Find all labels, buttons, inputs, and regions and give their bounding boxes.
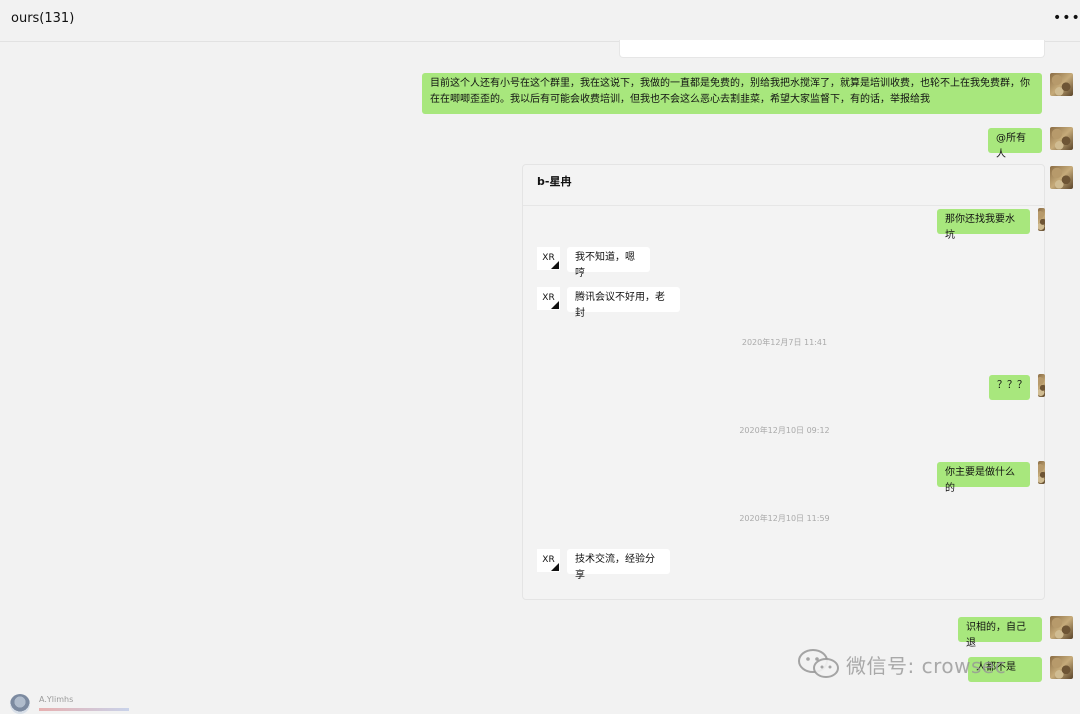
chat-title: ours(131) [11, 11, 75, 26]
message-bubble: 你主要是做什么的 [937, 462, 1030, 494]
message-text: 你主要是做什么的 [945, 467, 1015, 494]
message-bubble[interactable]: 识相的，自己退 [958, 617, 1042, 649]
message-text: 目前这个人还有小号在这个群里，我在这说下，我做的一直都是免费的，别给我把水搅浑了… [430, 78, 1030, 105]
watermark-text: 微信号: crowsec [846, 653, 1007, 678]
xr-avatar: XR [537, 549, 560, 572]
avatar [1038, 461, 1045, 484]
message-text: 我不知道，嗯哼 [575, 252, 635, 279]
avatar[interactable] [1050, 73, 1073, 96]
message-bubble: 腾讯会议不好用，老封 [567, 287, 680, 319]
timestamp: 2020年12月10日 09:12 [739, 426, 830, 435]
watermark: 微信号: crowsec [796, 648, 1006, 680]
chat-header: ours(131) ••• [0, 0, 1080, 42]
message-bubble[interactable]: @所有人 [988, 128, 1042, 160]
message-text: 识相的，自己退 [966, 622, 1026, 649]
chat-history-card[interactable]: b-星冉 那你还找我要水坑 XR 我不知道，嗯哼 XR 腾讯会议不好用，老封 2… [522, 164, 1045, 600]
xr-avatar: XR [537, 247, 560, 270]
message-text: ？？？ [997, 380, 1027, 391]
avatar[interactable] [10, 694, 30, 714]
message-bubble: 那你还找我要水坑 [937, 209, 1030, 241]
avatar[interactable] [1050, 166, 1073, 189]
avatar[interactable] [1050, 127, 1073, 150]
message-bubble[interactable]: 目前这个人还有小号在这个群里，我在这说下，我做的一直都是免费的，别给我把水搅浑了… [422, 73, 1042, 114]
chat-history-title: b-星冉 [537, 175, 572, 188]
message-bubble: 我不知道，嗯哼 [567, 247, 650, 279]
message-text: 那你还找我要水坑 [945, 214, 1015, 241]
avatar[interactable] [1050, 656, 1073, 679]
message-text: 技术交流，经验分享 [575, 554, 655, 581]
avatar [1038, 374, 1045, 397]
message-text: 腾讯会议不好用，老封 [575, 292, 665, 319]
message-bubble: 技术交流，经验分享 [567, 549, 670, 581]
avatar[interactable] [1050, 616, 1073, 639]
timestamp: 2020年12月7日 11:41 [741, 338, 828, 347]
xr-avatar: XR [537, 287, 560, 310]
sender-name: A.Ylimhs [39, 695, 74, 704]
wechat-icon [796, 648, 842, 680]
message-preview [39, 708, 129, 711]
more-options-icon[interactable]: ••• [1053, 8, 1080, 28]
timestamp: 2020年12月10日 11:59 [739, 514, 830, 523]
divider [523, 205, 1044, 206]
avatar [1038, 208, 1045, 231]
message-bubble: ？？？ [989, 375, 1030, 400]
message-text: @所有人 [996, 133, 1026, 160]
previous-card-tail [619, 40, 1045, 58]
